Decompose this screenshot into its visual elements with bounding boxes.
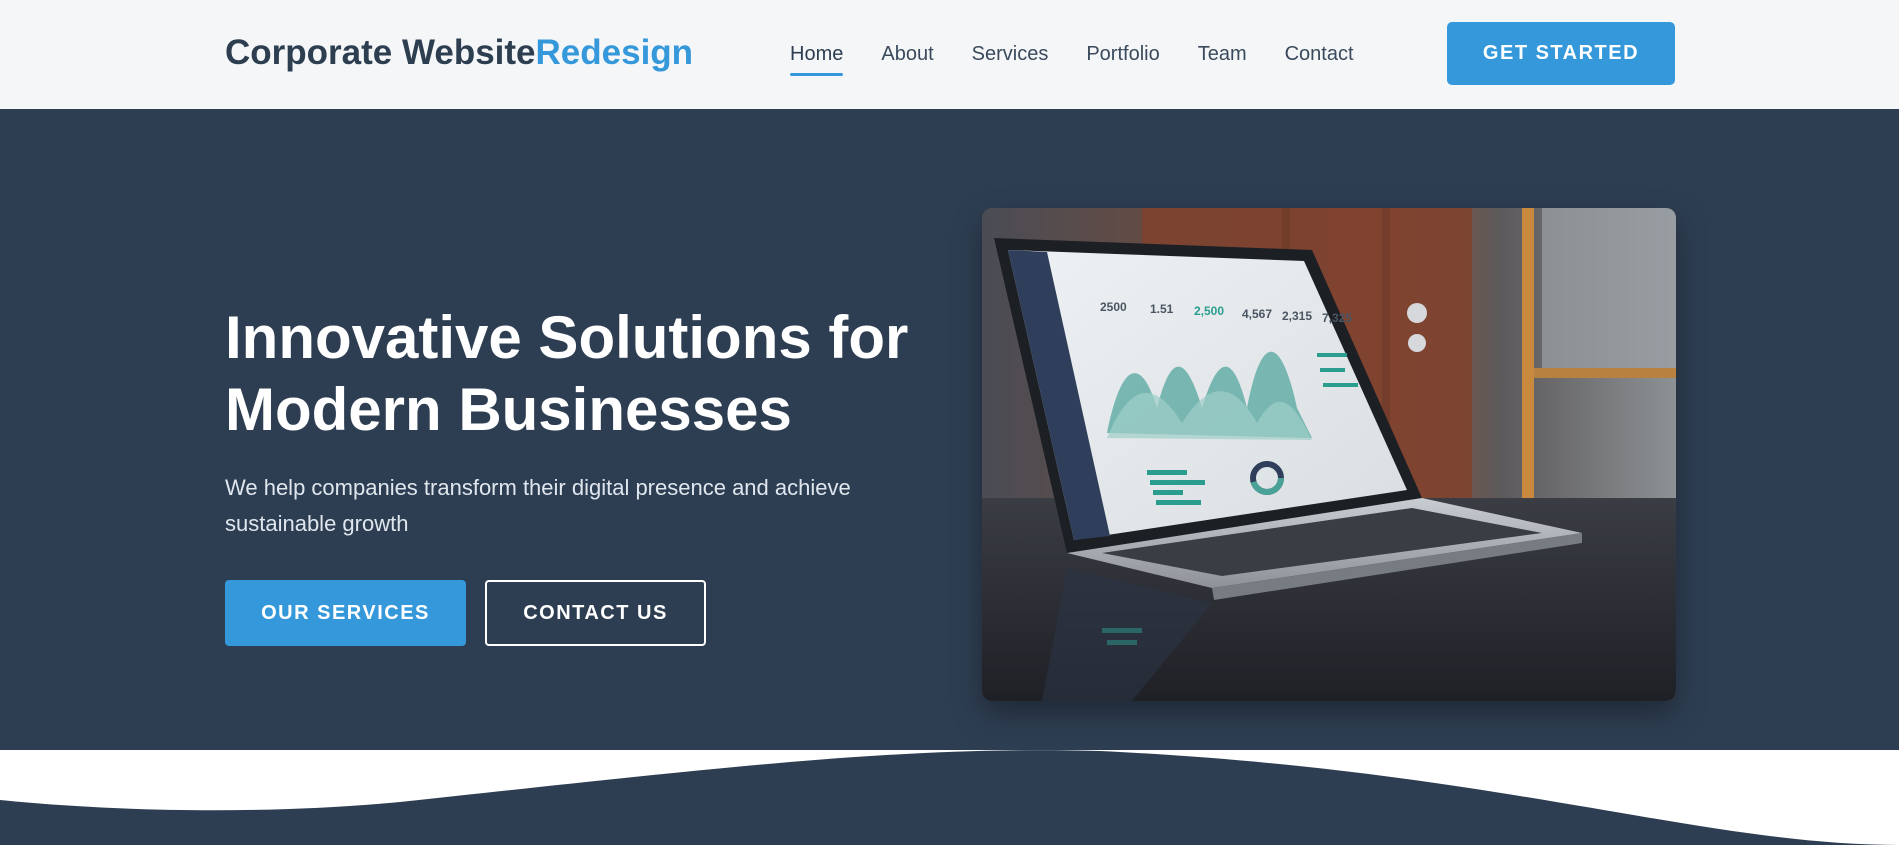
nav-link-portfolio[interactable]: Portfolio xyxy=(1086,33,1159,76)
hero-laptop-image: 2500 1.51 2,500 4,567 2,315 7,325 xyxy=(982,208,1676,701)
site-header: Corporate WebsiteRedesign Home About Ser… xyxy=(0,0,1899,109)
svg-text:2,500: 2,500 xyxy=(1194,304,1224,318)
site-logo[interactable]: Corporate WebsiteRedesign xyxy=(225,33,693,73)
logo-main-text: Corporate Website xyxy=(225,33,536,72)
svg-text:7,325: 7,325 xyxy=(1322,311,1352,325)
nav-link-team[interactable]: Team xyxy=(1198,33,1247,76)
contact-us-button[interactable]: CONTACT US xyxy=(485,580,706,646)
svg-text:4,567: 4,567 xyxy=(1242,307,1272,321)
get-started-button[interactable]: GET STARTED xyxy=(1447,22,1675,85)
logo-accent-text: Redesign xyxy=(535,33,694,72)
hero-title: Innovative Solutions for Modern Business… xyxy=(225,304,909,443)
our-services-button[interactable]: OUR SERVICES xyxy=(225,580,466,646)
nav-link-about[interactable]: About xyxy=(881,33,933,76)
main-nav: Home About Services Portfolio Team Conta… xyxy=(790,0,1392,109)
svg-text:1.51: 1.51 xyxy=(1150,302,1174,316)
hero-subtitle: We help companies transform their digita… xyxy=(225,475,851,536)
svg-text:2500: 2500 xyxy=(1100,300,1127,314)
nav-link-home[interactable]: Home xyxy=(790,33,844,76)
hero-wave-divider xyxy=(0,750,1899,845)
nav-link-services[interactable]: Services xyxy=(972,33,1049,76)
nav-link-contact[interactable]: Contact xyxy=(1285,33,1354,76)
svg-text:2,315: 2,315 xyxy=(1282,309,1312,323)
